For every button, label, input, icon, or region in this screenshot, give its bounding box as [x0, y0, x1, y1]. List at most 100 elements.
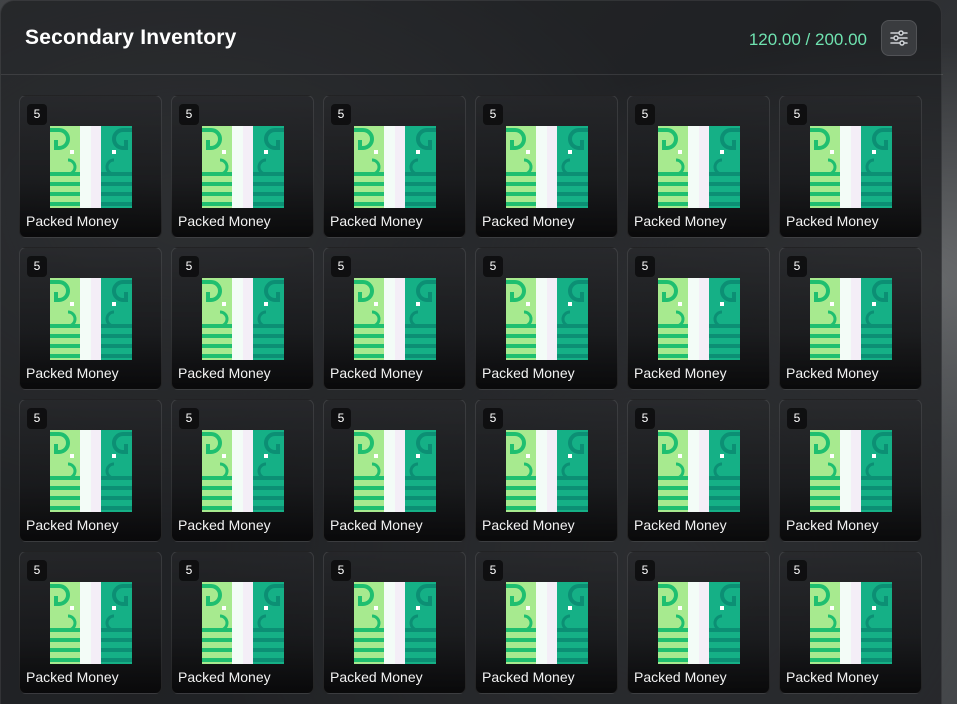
money-stack-icon: [202, 278, 284, 360]
money-stack-icon: [50, 582, 132, 664]
inventory-slot[interactable]: 5 Packed Money: [323, 551, 466, 694]
item-count-badge: 5: [787, 256, 807, 277]
item-count-badge: 5: [787, 104, 807, 125]
item-label: Packed Money: [634, 365, 727, 381]
item-label: Packed Money: [634, 669, 727, 685]
inventory-slot[interactable]: 5 Packed Money: [627, 551, 770, 694]
inventory-slot[interactable]: 5 Packed Money: [475, 95, 618, 238]
inventory-slot[interactable]: 5 Packed Money: [475, 399, 618, 542]
money-stack-icon: [810, 278, 892, 360]
money-stack-icon: [658, 582, 740, 664]
money-stack-icon: [658, 430, 740, 512]
item-label: Packed Money: [786, 365, 879, 381]
item-label: Packed Money: [178, 365, 271, 381]
inventory-slot[interactable]: 5 Packed Money: [171, 95, 314, 238]
item-count-badge: 5: [483, 560, 503, 581]
item-label: Packed Money: [634, 213, 727, 229]
money-stack-icon: [354, 126, 436, 208]
item-label: Packed Money: [178, 517, 271, 533]
money-stack-icon: [50, 126, 132, 208]
inventory-slot[interactable]: 5 Packed Money: [171, 399, 314, 542]
inventory-slot[interactable]: 5 Packed Money: [171, 247, 314, 390]
inventory-slot[interactable]: 5 Packed Money: [323, 95, 466, 238]
money-stack-icon: [506, 430, 588, 512]
money-stack-icon: [50, 278, 132, 360]
item-label: Packed Money: [786, 213, 879, 229]
item-count-badge: 5: [331, 104, 351, 125]
item-count-badge: 5: [27, 408, 47, 429]
inventory-slot[interactable]: 5 Packed Money: [627, 399, 770, 542]
money-stack-icon: [354, 582, 436, 664]
item-count-badge: 5: [635, 104, 655, 125]
inventory-slot[interactable]: 5 Packed Money: [779, 247, 922, 390]
item-count-badge: 5: [179, 560, 199, 581]
inventory-header: Secondary Inventory 120.00 / 200.00: [1, 1, 943, 75]
money-stack-icon: [506, 278, 588, 360]
money-stack-icon: [810, 126, 892, 208]
money-stack-icon: [354, 430, 436, 512]
money-stack-icon: [354, 278, 436, 360]
inventory-slot[interactable]: 5 Packed Money: [19, 551, 162, 694]
item-count-badge: 5: [483, 104, 503, 125]
money-stack-icon: [658, 126, 740, 208]
item-label: Packed Money: [634, 517, 727, 533]
item-label: Packed Money: [330, 517, 423, 533]
item-count-badge: 5: [787, 408, 807, 429]
inventory-slot[interactable]: 5 Packed Money: [779, 551, 922, 694]
item-label: Packed Money: [482, 669, 575, 685]
item-label: Packed Money: [178, 213, 271, 229]
money-stack-icon: [506, 126, 588, 208]
item-count-badge: 5: [331, 256, 351, 277]
item-label: Packed Money: [482, 365, 575, 381]
item-count-badge: 5: [635, 408, 655, 429]
item-count-badge: 5: [635, 256, 655, 277]
item-count-badge: 5: [331, 560, 351, 581]
inventory-slot[interactable]: 5 Packed Money: [779, 95, 922, 238]
money-stack-icon: [810, 582, 892, 664]
item-count-badge: 5: [179, 408, 199, 429]
money-stack-icon: [810, 430, 892, 512]
item-count-badge: 5: [331, 408, 351, 429]
item-label: Packed Money: [26, 213, 119, 229]
sliders-icon: [890, 30, 908, 46]
item-label: Packed Money: [786, 517, 879, 533]
item-count-badge: 5: [483, 256, 503, 277]
item-count-badge: 5: [27, 256, 47, 277]
item-label: Packed Money: [26, 365, 119, 381]
inventory-slot[interactable]: 5 Packed Money: [323, 247, 466, 390]
inventory-panel: Secondary Inventory 120.00 / 200.00 5 Pa…: [0, 0, 943, 704]
money-stack-icon: [202, 582, 284, 664]
money-stack-icon: [202, 126, 284, 208]
inventory-slot[interactable]: 5 Packed Money: [627, 247, 770, 390]
item-label: Packed Money: [482, 517, 575, 533]
item-count-badge: 5: [27, 560, 47, 581]
item-label: Packed Money: [330, 365, 423, 381]
item-count-badge: 5: [635, 560, 655, 581]
inventory-slot[interactable]: 5 Packed Money: [19, 95, 162, 238]
item-label: Packed Money: [330, 213, 423, 229]
item-label: Packed Money: [178, 669, 271, 685]
item-label: Packed Money: [786, 669, 879, 685]
item-label: Packed Money: [26, 517, 119, 533]
inventory-slot[interactable]: 5 Packed Money: [323, 399, 466, 542]
inventory-slot[interactable]: 5 Packed Money: [475, 551, 618, 694]
inventory-slot[interactable]: 5 Packed Money: [627, 95, 770, 238]
inventory-weight: 120.00 / 200.00: [748, 30, 867, 49]
item-count-badge: 5: [179, 256, 199, 277]
item-count-badge: 5: [27, 104, 47, 125]
inventory-slot[interactable]: 5 Packed Money: [779, 399, 922, 542]
inventory-slot[interactable]: 5 Packed Money: [475, 247, 618, 390]
item-count-badge: 5: [787, 560, 807, 581]
inventory-slot[interactable]: 5 Packed Money: [19, 247, 162, 390]
inventory-slot[interactable]: 5 Packed Money: [19, 399, 162, 542]
item-label: Packed Money: [330, 669, 423, 685]
settings-button[interactable]: [881, 20, 917, 56]
money-stack-icon: [506, 582, 588, 664]
money-stack-icon: [202, 430, 284, 512]
inventory-grid: 5 Packed Money 5 Packed Money 5 Packed M…: [19, 95, 922, 694]
money-stack-icon: [658, 278, 740, 360]
item-label: Packed Money: [482, 213, 575, 229]
item-count-badge: 5: [483, 408, 503, 429]
inventory-title: Secondary Inventory: [25, 26, 237, 49]
inventory-slot[interactable]: 5 Packed Money: [171, 551, 314, 694]
